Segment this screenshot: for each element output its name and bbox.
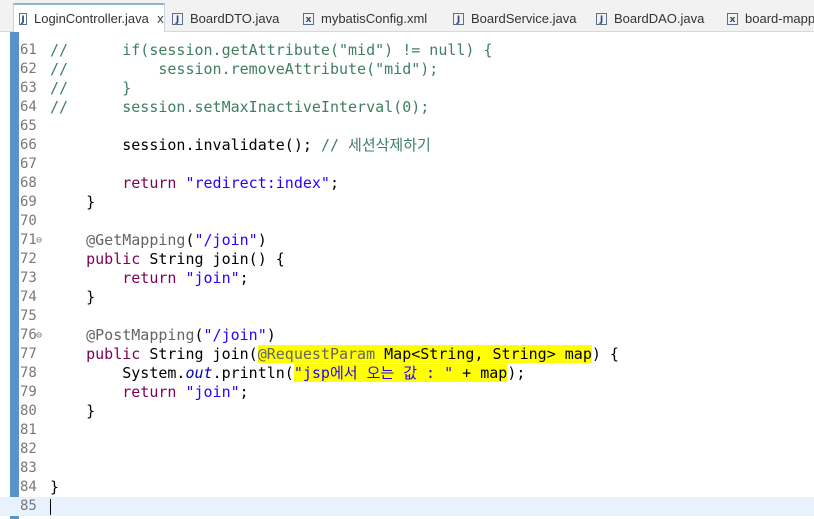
tab-login-controller[interactable]: J LoginController.java x <box>13 3 165 32</box>
code-line[interactable]: 68 return "redirect:index"; <box>0 174 814 193</box>
tab-label: BoardDTO.java <box>190 11 280 26</box>
code-line[interactable]: 80 } <box>0 402 814 421</box>
code-text: System.out.println("jsp에서 오는 값 : " + map… <box>50 364 526 382</box>
editor-tab-bar: J LoginController.java x J BoardDTO.java… <box>0 0 814 32</box>
line-number: 65 <box>20 118 37 134</box>
code-line[interactable]: 70 <box>0 212 814 231</box>
code-text: // } <box>50 79 132 97</box>
code-text: return "redirect:index"; <box>122 174 339 192</box>
java-file-icon: J <box>172 12 183 25</box>
code-line[interactable]: 62 // session.removeAttribute("mid"); <box>0 60 814 79</box>
code-line[interactable]: 84} <box>0 478 814 497</box>
line-number: 64 <box>20 99 37 115</box>
line-number: 73 <box>20 270 37 286</box>
line-number: 62 <box>20 61 37 77</box>
code-line[interactable]: 76 ⊖ @PostMapping("/join") <box>0 326 814 345</box>
line-number: 85 <box>20 498 37 514</box>
line-number: 74 <box>20 289 37 305</box>
code-text: public String join(@RequestParam Map<Str… <box>86 345 619 363</box>
code-text: } <box>50 193 96 211</box>
code-line[interactable]: 71 ⊖ @GetMapping("/join") <box>0 231 814 250</box>
code-text: @PostMapping("/join") <box>86 326 276 344</box>
code-line[interactable]: 78 System.out.println("jsp에서 오는 값 : " + … <box>0 364 814 383</box>
tab-board-dto[interactable]: J BoardDTO.java <box>172 5 279 32</box>
code-line[interactable]: 67 <box>0 155 814 174</box>
code-line[interactable]: 77 public String join(@RequestParam Map<… <box>0 345 814 364</box>
code-line[interactable]: 72 public String join() { <box>0 250 814 269</box>
line-number: 83 <box>20 460 37 476</box>
line-number: 82 <box>20 441 37 457</box>
code-line[interactable]: 85 <box>0 497 814 516</box>
tab-label: board-mappe <box>745 11 814 26</box>
code-text: // session.removeAttribute("mid"); <box>50 60 439 78</box>
close-icon[interactable]: x <box>157 12 164 26</box>
code-line[interactable]: 83 <box>0 459 814 478</box>
code-line[interactable]: 82 <box>0 440 814 459</box>
code-text: return "join"; <box>122 383 249 401</box>
code-line[interactable]: 81 <box>0 421 814 440</box>
line-number: 79 <box>20 384 37 400</box>
code-editor[interactable]: 61 // if(session.getAttribute("mid") != n… <box>0 32 814 519</box>
code-line[interactable]: 75 <box>0 307 814 326</box>
line-number: 75 <box>20 308 37 324</box>
code-line[interactable]: 63 // } <box>0 79 814 98</box>
java-file-icon: J <box>453 12 464 25</box>
line-number: 67 <box>20 156 37 172</box>
code-text: // if(session.getAttribute("mid") != nul… <box>50 41 493 59</box>
code-text: } <box>50 288 96 306</box>
code-line[interactable]: 66 session.invalidate(); // 세션삭제하기 <box>0 136 814 155</box>
tab-board-service[interactable]: J BoardService.java <box>453 5 577 32</box>
line-number: 78 <box>20 365 37 381</box>
java-file-icon: J <box>596 12 607 25</box>
tab-board-dao[interactable]: J BoardDAO.java <box>596 5 704 32</box>
tab-label: BoardDAO.java <box>614 11 705 26</box>
line-number: 81 <box>20 422 37 438</box>
line-number: 72 <box>20 251 37 267</box>
text-caret <box>50 499 51 515</box>
line-number: 80 <box>20 403 37 419</box>
line-number: 66 <box>20 137 37 153</box>
line-number: 61 <box>20 42 37 58</box>
xml-file-icon: x <box>727 12 738 25</box>
line-number: 77 <box>20 346 37 362</box>
code-line[interactable]: 74 } <box>0 288 814 307</box>
code-line[interactable]: 61 // if(session.getAttribute("mid") != n… <box>0 41 814 60</box>
line-number: 69 <box>20 194 37 210</box>
tab-label: mybatisConfig.xml <box>321 11 428 26</box>
code-line[interactable]: 69 } <box>0 193 814 212</box>
fold-toggle-icon[interactable]: ⊖ <box>36 326 45 345</box>
java-file-icon: J <box>19 12 27 25</box>
code-text: // session.setMaxInactiveInterval(0); <box>50 98 430 116</box>
line-number: 70 <box>20 213 37 229</box>
code-line[interactable]: 73 return "join"; <box>0 269 814 288</box>
code-text: } <box>50 402 96 420</box>
code-text: session.invalidate(); // 세션삭제하기 <box>50 136 431 154</box>
line-number: 63 <box>20 80 37 96</box>
code-line[interactable]: 79 return "join"; <box>0 383 814 402</box>
code-line[interactable]: 64 // session.setMaxInactiveInterval(0); <box>0 98 814 117</box>
code-text: public String join() { <box>86 250 285 268</box>
line-number: 84 <box>20 479 37 495</box>
tab-board-mapper[interactable]: x board-mappe <box>727 5 814 32</box>
code-text: @GetMapping("/join") <box>86 231 267 249</box>
tab-label: LoginController.java <box>33 11 149 26</box>
xml-file-icon: x <box>303 12 314 25</box>
tab-mybatis-config[interactable]: x mybatisConfig.xml <box>303 5 427 32</box>
code-line[interactable]: 65 <box>0 117 814 136</box>
code-text: return "join"; <box>122 269 249 287</box>
code-text: } <box>50 478 60 496</box>
fold-toggle-icon[interactable]: ⊖ <box>36 231 45 250</box>
line-number: 68 <box>20 175 37 191</box>
tab-label: BoardService.java <box>471 11 577 26</box>
